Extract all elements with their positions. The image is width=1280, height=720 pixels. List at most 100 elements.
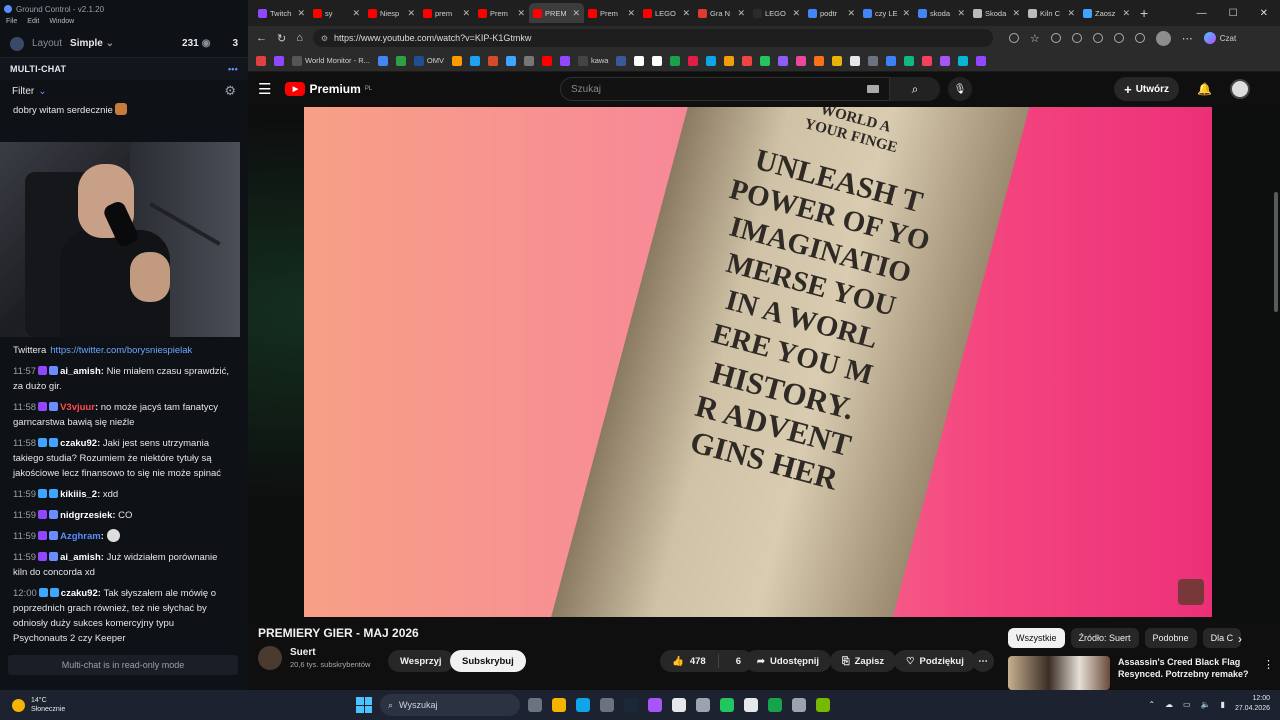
clock[interactable]: 12:00 27.04.2026: [1235, 694, 1270, 714]
youtube-logo[interactable]: ▶ Premium PL: [285, 82, 372, 96]
bookmark-icon[interactable]: [796, 55, 807, 66]
collections-icon[interactable]: [1134, 33, 1145, 43]
taskbar-app-icon[interactable]: [720, 698, 734, 712]
bookmark-icon[interactable]: [559, 55, 570, 66]
bookmark-icon[interactable]: [850, 55, 861, 66]
channel-name[interactable]: Suert: [290, 647, 370, 658]
like-button[interactable]: 👍 478: [660, 654, 719, 668]
close-icon[interactable]: ✕: [462, 8, 470, 19]
favorites-icon[interactable]: [1113, 33, 1124, 43]
browser-tab[interactable]: czy LE ✕: [859, 3, 914, 23]
browser-tab[interactable]: LEGO ✕: [639, 3, 694, 23]
close-icon[interactable]: ✕: [407, 8, 415, 19]
battery-icon[interactable]: ▮: [1221, 700, 1225, 709]
bookmark-icon[interactable]: [487, 55, 498, 66]
more-options-icon[interactable]: ⋮: [1263, 658, 1274, 671]
taskbar-app-icon[interactable]: [696, 698, 710, 712]
chip-for-you[interactable]: Dla C: [1202, 628, 1242, 648]
profile-avatar[interactable]: [1155, 30, 1171, 46]
browser-tab[interactable]: Gra N ✕: [694, 3, 749, 23]
voice-search-button[interactable]: 🎙: [948, 77, 972, 101]
close-icon[interactable]: ✕: [957, 8, 965, 19]
bookmark-icon[interactable]: [616, 55, 627, 66]
bookmark-icon[interactable]: [940, 55, 951, 66]
chip-all[interactable]: Wszystkie: [1008, 628, 1065, 648]
browser-tab[interactable]: Zaosz ✕: [1079, 3, 1134, 23]
bookmark-icon[interactable]: [742, 55, 753, 66]
bookmark-icon[interactable]: [922, 55, 933, 66]
bookmark-item[interactable]: World Monitor - R...: [292, 55, 370, 66]
maximize-button[interactable]: ☐: [1229, 8, 1238, 19]
star-icon[interactable]: ☆: [1030, 32, 1040, 45]
browser-tab[interactable]: skoda ✕: [914, 3, 969, 23]
copilot-button[interactable]: Czat: [1203, 32, 1236, 44]
browser-tab[interactable]: LEGO ✕: [749, 3, 804, 23]
browser-tab[interactable]: Twitch ✕: [254, 3, 309, 23]
taskbar-app-icon[interactable]: [648, 698, 662, 712]
chat-username[interactable]: ai_amish: [60, 366, 101, 377]
taskbar-search[interactable]: ⌕ Wyszukaj: [380, 694, 520, 716]
more-menu-icon[interactable]: ⋯: [1182, 32, 1193, 45]
close-icon[interactable]: ✕: [847, 8, 855, 19]
install-icon[interactable]: [1008, 33, 1019, 43]
hamburger-menu-icon[interactable]: ☰: [258, 80, 271, 98]
taskbar-app-icon[interactable]: [624, 698, 638, 712]
browser-tab[interactable]: Prem ✕: [584, 3, 639, 23]
taskbar-app-icon[interactable]: [768, 698, 782, 712]
bookmark-icon[interactable]: [505, 55, 516, 66]
chat-username[interactable]: ai_amish: [60, 552, 101, 563]
extension-icon[interactable]: [1050, 33, 1061, 43]
search-button[interactable]: ⌕: [890, 77, 940, 101]
bookmark-icon[interactable]: [274, 55, 284, 66]
weather-widget[interactable]: 14°C Słonecznie: [0, 696, 65, 714]
start-button[interactable]: [356, 697, 372, 713]
chip-similar[interactable]: Podobne: [1144, 628, 1197, 648]
chip-source[interactable]: Źródło: Suert: [1070, 628, 1139, 648]
taskbar-app-icon[interactable]: [576, 698, 590, 712]
bookmark-icon[interactable]: [976, 55, 987, 66]
close-icon[interactable]: ✕: [1012, 8, 1020, 19]
bookmark-icon[interactable]: [814, 55, 825, 66]
cloud-icon[interactable]: ☁: [1165, 700, 1173, 709]
recommended-video[interactable]: Assassin's Creed Black Flag Resynced. Po…: [1008, 656, 1278, 690]
more-options-icon[interactable]: •••: [228, 64, 238, 74]
taskbar-app-icon[interactable]: [528, 698, 542, 712]
bookmark-icon[interactable]: [670, 55, 681, 66]
chat-username[interactable]: kikiiis_2: [60, 489, 97, 500]
bookmark-icon[interactable]: [706, 55, 717, 66]
chat-username[interactable]: V3vjuur: [60, 402, 95, 413]
bookmark-item[interactable]: kawa: [577, 55, 608, 66]
site-info-icon[interactable]: ⚙: [321, 34, 328, 43]
close-icon[interactable]: ✕: [517, 8, 525, 19]
support-button[interactable]: Wesprzyj: [388, 650, 454, 672]
bookmark-icon[interactable]: [832, 55, 843, 66]
bookmark-icon[interactable]: [523, 55, 534, 66]
bookmark-icon[interactable]: [256, 55, 266, 66]
menu-edit[interactable]: Edit: [27, 18, 39, 30]
taskbar-app-icon[interactable]: [672, 698, 686, 712]
close-icon[interactable]: ✕: [1067, 8, 1075, 19]
taskbar-app-icon[interactable]: [744, 698, 758, 712]
close-icon[interactable]: ✕: [297, 8, 305, 19]
video-thumbnail[interactable]: [1008, 656, 1110, 690]
close-icon[interactable]: ✕: [682, 8, 690, 19]
reload-icon[interactable]: ↻: [277, 32, 286, 45]
filter-dropdown[interactable]: Filter ⌄: [12, 86, 47, 97]
taskbar-app-icon[interactable]: [552, 698, 566, 712]
browser-tab[interactable]: podtr ✕: [804, 3, 859, 23]
taskbar-app-icon[interactable]: [792, 698, 806, 712]
close-button[interactable]: ✕: [1260, 8, 1268, 19]
subscribe-button[interactable]: Subskrybuj: [450, 650, 526, 672]
close-icon[interactable]: ✕: [352, 8, 360, 19]
bookmark-icon[interactable]: [958, 55, 969, 66]
browser-tab[interactable]: Niesp ✕: [364, 3, 419, 23]
bookmark-icon[interactable]: [904, 55, 915, 66]
more-actions-button[interactable]: ⋯: [972, 650, 994, 672]
taskbar-app-icon[interactable]: [600, 698, 614, 712]
bookmark-icon[interactable]: [868, 55, 879, 66]
speaker-icon[interactable]: 🔈: [1201, 700, 1211, 709]
chevron-up-icon[interactable]: ⌃: [1148, 700, 1155, 709]
taskbar-app-icon[interactable]: [816, 698, 830, 712]
url-field[interactable]: ⚙ https://www.youtube.com/watch?v=KIP-K1…: [312, 29, 993, 47]
back-icon[interactable]: ←: [256, 32, 267, 44]
